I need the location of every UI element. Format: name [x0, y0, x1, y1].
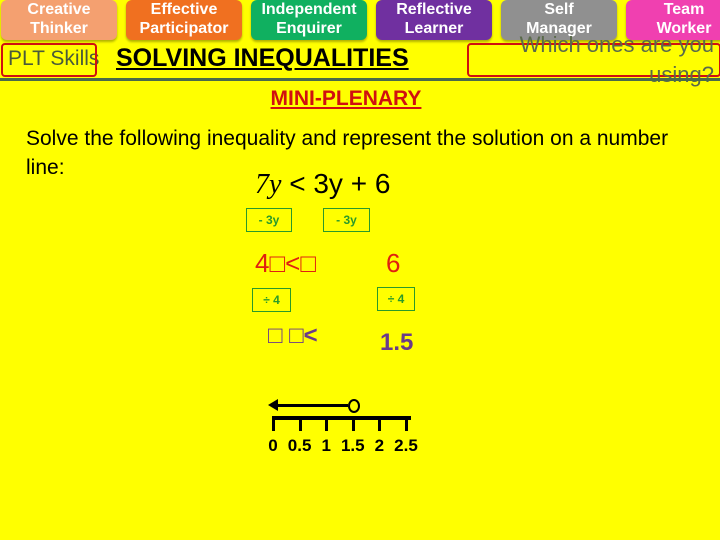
- solution-arrow: [276, 404, 348, 407]
- subtitle: MINI-PLENARY: [270, 87, 422, 110]
- header-divider: [0, 78, 720, 81]
- plt-tile[interactable]: Creative Thinker: [1, 0, 117, 40]
- page-title: SOLVING INEQUALITIES: [116, 44, 409, 72]
- tile-line1: Effective: [150, 1, 218, 18]
- tile-line1: Creative: [27, 1, 91, 18]
- tile-line1: Self: [544, 1, 574, 18]
- equation-lhs: 7y: [255, 169, 282, 200]
- equation: 7y < 3y + 6: [255, 168, 390, 201]
- tile-line1: Team: [663, 1, 705, 18]
- tick-label: 0.5: [287, 436, 312, 455]
- step2-left: 4□<□: [255, 248, 317, 278]
- tick-label: 2: [374, 436, 385, 455]
- op-left-subtract: - 3y: [246, 208, 292, 232]
- equation-sign: <: [289, 168, 306, 199]
- plt-skills-box: [1, 43, 97, 77]
- tile-line2: Thinker: [30, 20, 88, 37]
- tick-mark: [272, 418, 275, 431]
- tick-mark: [351, 418, 355, 431]
- axis-line: [272, 416, 411, 420]
- tile-line2: Enquirer: [276, 20, 342, 37]
- op-left-divide: ÷ 4: [252, 288, 291, 312]
- tick-label: 1: [321, 436, 331, 455]
- plt-tile[interactable]: Effective Participator: [126, 0, 242, 40]
- tile-line2: Participator: [139, 20, 229, 37]
- tile-line1: Independent: [261, 1, 357, 18]
- open-circle: [347, 399, 360, 413]
- step3-right: 1.5: [380, 329, 414, 356]
- plt-tile[interactable]: Independent Enquirer: [251, 0, 367, 40]
- arrow-head-icon: [268, 399, 278, 411]
- tile-line2: Learner: [404, 20, 464, 37]
- step2-right: 6: [386, 248, 401, 278]
- tick-mark: [325, 418, 329, 431]
- tick-label: 0: [268, 436, 278, 455]
- step3-left: □ □<: [268, 322, 318, 349]
- tick-label: 2.5: [394, 436, 418, 455]
- op-right-divide: ÷ 4: [377, 287, 415, 311]
- tile-line1: Reflective: [396, 1, 472, 18]
- tick-label: 1.5: [340, 436, 365, 455]
- equation-rhs: 3y + 6: [313, 168, 391, 199]
- tick-mark: [405, 418, 408, 431]
- question-text: Which ones are you using?: [519, 32, 714, 87]
- tick-mark: [378, 418, 382, 431]
- tick-mark: [298, 418, 302, 431]
- plt-tile[interactable]: Reflective Learner: [376, 0, 492, 40]
- op-right-subtract: - 3y: [323, 208, 370, 232]
